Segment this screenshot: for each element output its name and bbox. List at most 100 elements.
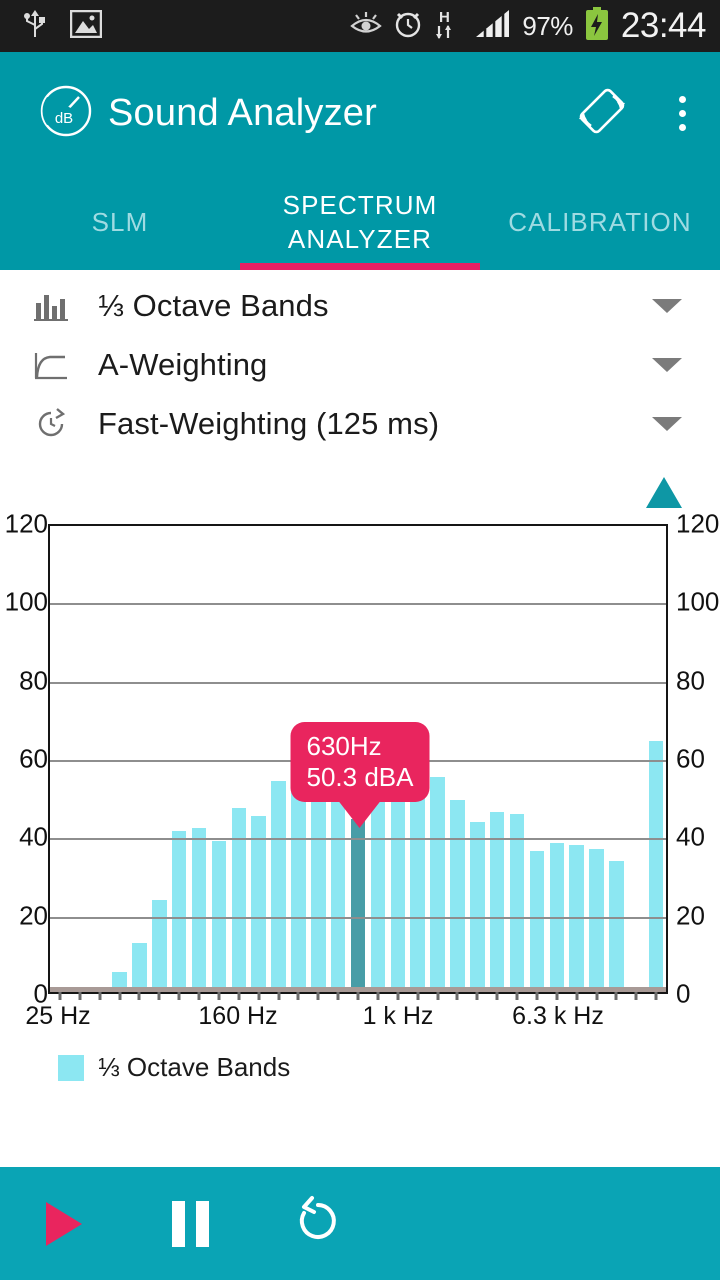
- setting-row-band-mode[interactable]: ⅓ Octave Bands: [0, 276, 720, 335]
- bar-item[interactable]: [70, 526, 90, 992]
- x-axis-tick-mark: [138, 992, 141, 1000]
- frequency-curve-icon: [34, 350, 78, 380]
- bar-item[interactable]: [269, 526, 289, 992]
- plot-area[interactable]: 630Hz 50.3 dBA: [48, 524, 668, 994]
- x-axis-tick-mark: [277, 992, 280, 1000]
- bar-item[interactable]: [467, 526, 487, 992]
- bar-item[interactable]: [567, 526, 587, 992]
- y-axis-tick-right: 0: [676, 979, 690, 1010]
- bar: [430, 777, 445, 992]
- alarm-clock-icon: [393, 9, 423, 44]
- bar-item[interactable]: [487, 526, 507, 992]
- bar-item[interactable]: [189, 526, 209, 992]
- x-axis-tick-label: 1 k Hz: [363, 1002, 434, 1031]
- tab-bar: SLM SPECTRUM ANALYZER CALIBRATION: [0, 174, 720, 270]
- x-axis-tick-mark: [357, 992, 360, 1000]
- y-axis-tick-left: 80: [19, 665, 48, 696]
- transport-control-bar: [0, 1167, 720, 1280]
- x-axis-tick-mark: [237, 992, 240, 1000]
- bar-item[interactable]: [428, 526, 448, 992]
- screen-rotation-icon[interactable]: [576, 85, 628, 142]
- y-axis-tick-right: 100: [676, 587, 719, 618]
- y-axis-tick-left: 40: [19, 822, 48, 853]
- setting-label-time-weighting: Fast-Weighting (125 ms): [78, 406, 652, 442]
- tab-active-indicator: [240, 263, 480, 270]
- bar-item[interactable]: [626, 526, 646, 992]
- x-axis-tick-mark: [158, 992, 161, 1000]
- gridline: [50, 838, 666, 840]
- gridline: [50, 917, 666, 919]
- bar-item[interactable]: [448, 526, 468, 992]
- bar: [172, 831, 187, 992]
- sound-level-meter-logo-icon: dB: [38, 83, 94, 144]
- overflow-menu-icon[interactable]: [662, 88, 702, 138]
- analyzer-settings-list: ⅓ Octave Bands A-Weighting: [0, 270, 720, 453]
- x-axis-tick-mark: [456, 992, 459, 1000]
- bar: [232, 808, 247, 992]
- pause-button[interactable]: [127, 1167, 254, 1280]
- play-button[interactable]: [0, 1167, 127, 1280]
- bar-item[interactable]: [130, 526, 150, 992]
- pause-icon: [172, 1201, 209, 1247]
- x-axis-tick-mark: [416, 992, 419, 1000]
- tooltip-arrow-icon: [339, 801, 381, 828]
- chevron-down-icon[interactable]: [652, 299, 682, 313]
- bar-item[interactable]: [50, 526, 70, 992]
- bar-item[interactable]: [527, 526, 547, 992]
- y-axis-tick-right: 60: [676, 744, 705, 775]
- chevron-down-icon[interactable]: [652, 417, 682, 431]
- x-axis-tick-mark: [635, 992, 638, 1000]
- bar-chart-icon: [34, 291, 78, 321]
- x-axis-tick-mark: [436, 992, 439, 1000]
- gridline: [50, 682, 666, 684]
- bar: [132, 943, 147, 992]
- app-brand: dB Sound Analyzer: [38, 83, 377, 144]
- bar-item[interactable]: [149, 526, 169, 992]
- bar-item[interactable]: [646, 526, 666, 992]
- bar-item[interactable]: [547, 526, 567, 992]
- x-axis-tick-mark: [178, 992, 181, 1000]
- setting-label-frequency-weighting: A-Weighting: [78, 347, 652, 383]
- bar-item[interactable]: [229, 526, 249, 992]
- x-axis-tick-label: 160 Hz: [198, 1002, 277, 1031]
- screenshot-image-icon: [70, 10, 102, 43]
- tooltip-level: 50.3 dBA: [307, 762, 414, 792]
- signal-strength-icon: [475, 9, 511, 44]
- plot-wrapper: 630Hz 50.3 dBA 020406080100120 020406080…: [0, 524, 720, 994]
- x-axis-tick-mark: [217, 992, 220, 1000]
- y-axis-tick-left: 60: [19, 744, 48, 775]
- x-axis-tick-mark: [396, 992, 399, 1000]
- spectrum-chart: 630Hz 50.3 dBA 020406080100120 020406080…: [0, 471, 720, 1031]
- reset-button[interactable]: [254, 1167, 381, 1280]
- bar: [391, 784, 406, 992]
- eye-blink-icon: [350, 11, 382, 42]
- chevron-down-icon[interactable]: [652, 358, 682, 372]
- bar: [271, 781, 286, 993]
- x-axis-tick-mark: [535, 992, 538, 1000]
- y-axis-tick-left: 20: [19, 900, 48, 931]
- bar: [589, 849, 604, 992]
- bar-item[interactable]: [249, 526, 269, 992]
- bar-item[interactable]: [110, 526, 130, 992]
- tab-slm[interactable]: SLM: [0, 174, 240, 270]
- x-axis-tick-mark: [496, 992, 499, 1000]
- tab-calibration[interactable]: CALIBRATION: [480, 174, 720, 270]
- setting-row-time-weighting[interactable]: Fast-Weighting (125 ms): [0, 394, 720, 453]
- x-axis-tick-mark: [98, 992, 101, 1000]
- x-axis-tick-mark: [317, 992, 320, 1000]
- legend-swatch-icon: [58, 1055, 84, 1081]
- x-axis-tick-mark: [257, 992, 260, 1000]
- bar-item[interactable]: [90, 526, 110, 992]
- bar-item[interactable]: [507, 526, 527, 992]
- bar-item[interactable]: [209, 526, 229, 992]
- collapse-panel-triangle-icon[interactable]: [646, 477, 682, 508]
- bar-item[interactable]: [587, 526, 607, 992]
- x-axis-tick-mark: [58, 992, 61, 1000]
- bar-item[interactable]: [169, 526, 189, 992]
- legend-label: ⅓ Octave Bands: [98, 1052, 290, 1083]
- setting-row-frequency-weighting[interactable]: A-Weighting: [0, 335, 720, 394]
- bar-item[interactable]: [607, 526, 627, 992]
- x-axis-tick-mark: [476, 992, 479, 1000]
- play-icon: [46, 1202, 82, 1246]
- tab-spectrum-analyzer[interactable]: SPECTRUM ANALYZER: [240, 174, 480, 270]
